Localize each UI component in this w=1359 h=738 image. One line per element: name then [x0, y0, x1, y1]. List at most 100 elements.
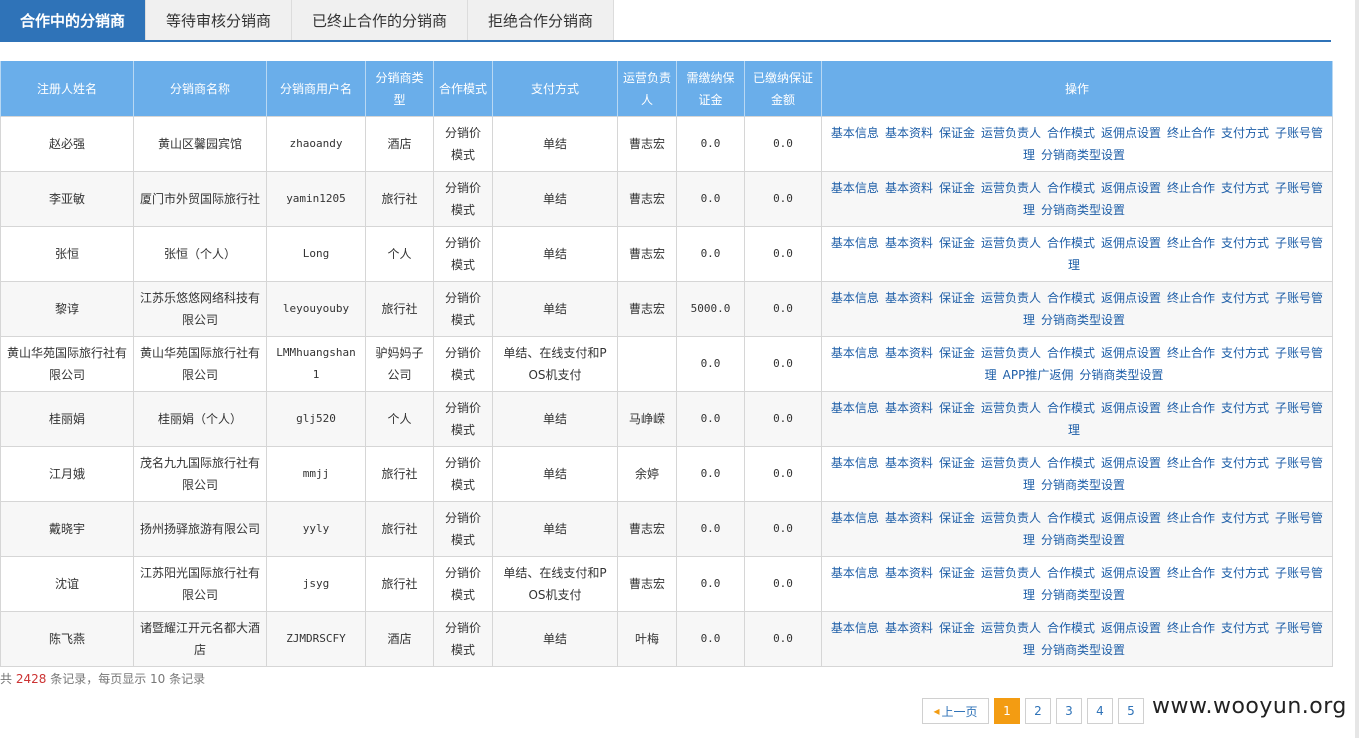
op-link[interactable]: 终止合作 [1167, 456, 1215, 470]
op-link[interactable]: 基本信息 [831, 511, 879, 525]
op-link[interactable]: 分销商类型设置 [1041, 533, 1125, 547]
op-link[interactable]: 分销商类型设置 [1041, 313, 1125, 327]
op-link[interactable]: 支付方式 [1221, 566, 1269, 580]
op-link[interactable]: 终止合作 [1167, 291, 1215, 305]
op-link[interactable]: 保证金 [939, 621, 975, 635]
page-4-button[interactable]: 4 [1087, 698, 1113, 724]
op-link[interactable]: 终止合作 [1167, 401, 1215, 415]
op-link[interactable]: 合作模式 [1047, 126, 1095, 140]
op-link[interactable]: 基本信息 [831, 236, 879, 250]
op-link[interactable]: 基本信息 [831, 566, 879, 580]
op-link[interactable]: 终止合作 [1167, 126, 1215, 140]
op-link[interactable]: 合作模式 [1047, 456, 1095, 470]
op-link[interactable]: 基本资料 [885, 236, 933, 250]
op-link[interactable]: 返佣点设置 [1101, 401, 1161, 415]
tab-2[interactable]: 等待审核分销商 [146, 0, 292, 40]
tab-3[interactable]: 已终止合作的分销商 [292, 0, 468, 40]
op-link[interactable]: 保证金 [939, 401, 975, 415]
op-link[interactable]: 返佣点设置 [1101, 621, 1161, 635]
op-link[interactable]: 合作模式 [1047, 511, 1095, 525]
op-link[interactable]: 返佣点设置 [1101, 181, 1161, 195]
op-link[interactable]: 支付方式 [1221, 511, 1269, 525]
op-link[interactable]: 支付方式 [1221, 621, 1269, 635]
op-link[interactable]: 支付方式 [1221, 126, 1269, 140]
op-link[interactable]: 合作模式 [1047, 181, 1095, 195]
op-link[interactable]: 终止合作 [1167, 346, 1215, 360]
op-link[interactable]: 基本资料 [885, 511, 933, 525]
op-link[interactable]: 基本信息 [831, 621, 879, 635]
page-2-button[interactable]: 2 [1025, 698, 1051, 724]
op-link[interactable]: 分销商类型设置 [1041, 203, 1125, 217]
tab-1[interactable]: 合作中的分销商 [0, 0, 146, 40]
op-link[interactable]: 运营负责人 [981, 181, 1041, 195]
page-1-button[interactable]: 1 [994, 698, 1020, 724]
op-link[interactable]: 支付方式 [1221, 181, 1269, 195]
op-link[interactable]: 基本信息 [831, 401, 879, 415]
op-link[interactable]: 支付方式 [1221, 401, 1269, 415]
op-link[interactable]: 合作模式 [1047, 621, 1095, 635]
op-link[interactable]: 返佣点设置 [1101, 126, 1161, 140]
op-link[interactable]: 返佣点设置 [1101, 566, 1161, 580]
op-link[interactable]: 终止合作 [1167, 511, 1215, 525]
op-link[interactable]: 运营负责人 [981, 346, 1041, 360]
op-link[interactable]: 返佣点设置 [1101, 456, 1161, 470]
op-link[interactable]: 终止合作 [1167, 236, 1215, 250]
op-link[interactable]: 基本资料 [885, 456, 933, 470]
op-link[interactable]: 保证金 [939, 126, 975, 140]
prev-page-button[interactable]: ◂ 上一页 [922, 698, 989, 724]
op-link[interactable]: 分销商类型设置 [1041, 588, 1125, 602]
op-link[interactable]: 运营负责人 [981, 126, 1041, 140]
op-link[interactable]: 保证金 [939, 566, 975, 580]
op-link[interactable]: 保证金 [939, 181, 975, 195]
page-3-button[interactable]: 3 [1056, 698, 1082, 724]
op-link[interactable]: 分销商类型设置 [1041, 148, 1125, 162]
op-link[interactable]: 基本资料 [885, 346, 933, 360]
page-5-button[interactable]: 5 [1118, 698, 1144, 724]
op-link[interactable]: 返佣点设置 [1101, 236, 1161, 250]
op-link[interactable]: 合作模式 [1047, 346, 1095, 360]
op-link[interactable]: 基本资料 [885, 621, 933, 635]
op-link[interactable]: 合作模式 [1047, 236, 1095, 250]
op-link[interactable]: 基本资料 [885, 181, 933, 195]
op-link[interactable]: 基本资料 [885, 401, 933, 415]
op-link[interactable]: 合作模式 [1047, 401, 1095, 415]
op-link[interactable]: 运营负责人 [981, 621, 1041, 635]
op-link[interactable]: 保证金 [939, 291, 975, 305]
op-link[interactable]: 合作模式 [1047, 566, 1095, 580]
tab-4[interactable]: 拒绝合作分销商 [468, 0, 614, 40]
op-link[interactable]: 基本信息 [831, 291, 879, 305]
op-link[interactable]: 分销商类型设置 [1079, 368, 1163, 382]
op-link[interactable]: 保证金 [939, 456, 975, 470]
op-link[interactable]: 支付方式 [1221, 236, 1269, 250]
op-link[interactable]: 基本资料 [885, 566, 933, 580]
op-link[interactable]: 基本资料 [885, 126, 933, 140]
op-link[interactable]: 基本信息 [831, 456, 879, 470]
op-link[interactable]: 返佣点设置 [1101, 291, 1161, 305]
op-link[interactable]: 运营负责人 [981, 511, 1041, 525]
op-link[interactable]: 基本资料 [885, 291, 933, 305]
op-link[interactable]: 支付方式 [1221, 291, 1269, 305]
op-link[interactable]: 终止合作 [1167, 621, 1215, 635]
op-link[interactable]: 分销商类型设置 [1041, 478, 1125, 492]
op-link[interactable]: APP推广返佣 [1003, 368, 1074, 382]
op-link[interactable]: 支付方式 [1221, 456, 1269, 470]
op-link[interactable]: 运营负责人 [981, 456, 1041, 470]
op-link[interactable]: 返佣点设置 [1101, 511, 1161, 525]
op-link[interactable]: 合作模式 [1047, 291, 1095, 305]
op-link[interactable]: 终止合作 [1167, 566, 1215, 580]
op-link[interactable]: 基本信息 [831, 181, 879, 195]
op-link[interactable]: 基本信息 [831, 126, 879, 140]
op-link[interactable]: 运营负责人 [981, 566, 1041, 580]
scrollbar[interactable] [1355, 0, 1359, 738]
op-link[interactable]: 保证金 [939, 346, 975, 360]
op-link[interactable]: 支付方式 [1221, 346, 1269, 360]
op-link[interactable]: 分销商类型设置 [1041, 643, 1125, 657]
op-link[interactable]: 返佣点设置 [1101, 346, 1161, 360]
op-link[interactable]: 运营负责人 [981, 236, 1041, 250]
op-link[interactable]: 运营负责人 [981, 291, 1041, 305]
op-link[interactable]: 基本信息 [831, 346, 879, 360]
op-link[interactable]: 运营负责人 [981, 401, 1041, 415]
op-link[interactable]: 保证金 [939, 236, 975, 250]
op-link[interactable]: 终止合作 [1167, 181, 1215, 195]
op-link[interactable]: 保证金 [939, 511, 975, 525]
